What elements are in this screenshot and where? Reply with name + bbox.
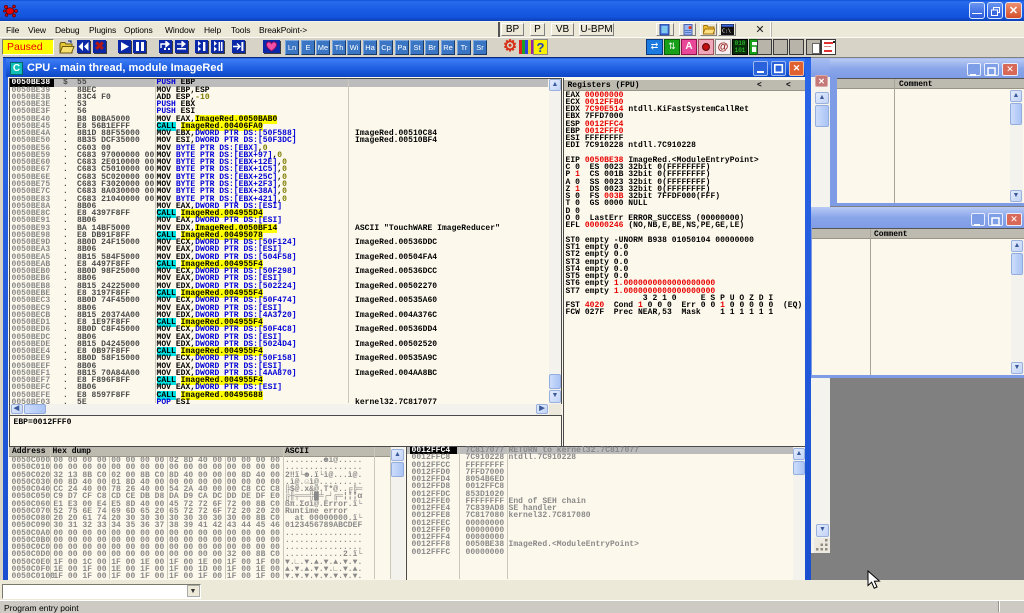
svg-text:C:\: C:\	[722, 29, 731, 35]
